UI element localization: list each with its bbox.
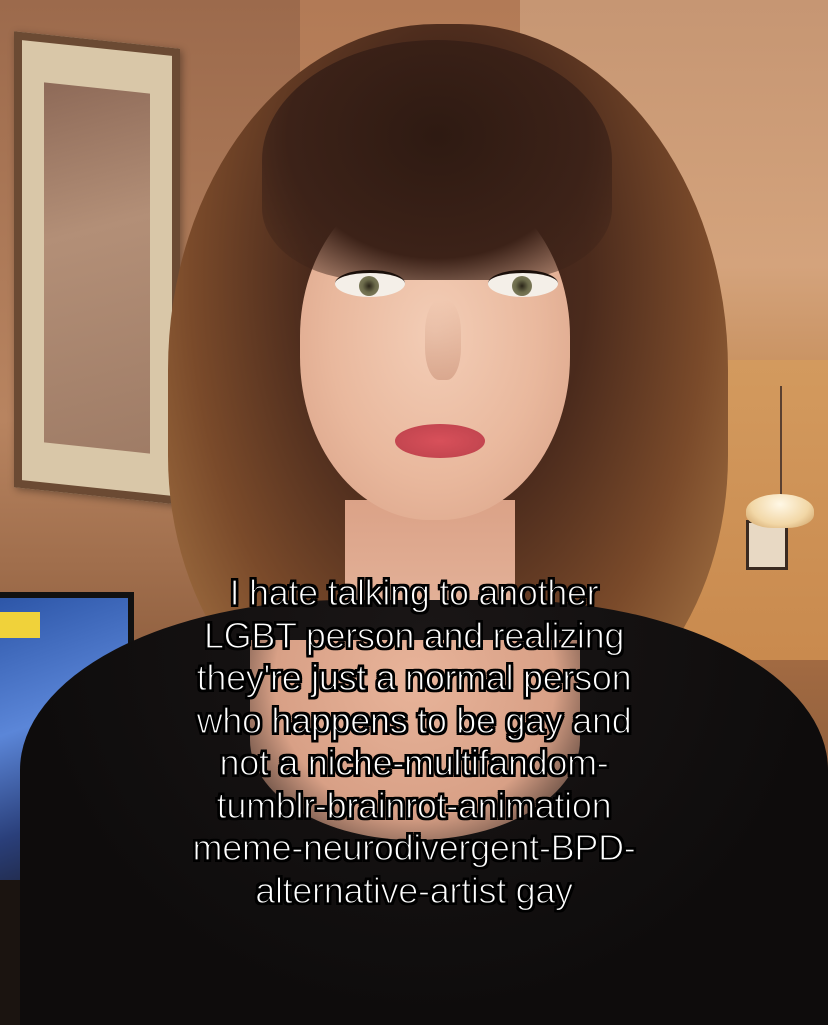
- caption-line: they're just a normal person: [196, 656, 632, 698]
- meme-caption: I hate talking to another LGBT person an…: [114, 571, 714, 912]
- person-eye-right: [488, 270, 558, 297]
- person-nose: [425, 300, 461, 380]
- caption-line: alternative-artist gay: [255, 869, 574, 911]
- pendant-lamp-cord: [780, 386, 782, 496]
- caption-line: LGBT person and realizing: [203, 614, 625, 656]
- caption-line: meme-neurodivergent-BPD-: [192, 826, 636, 868]
- caption-line: I hate talking to another: [229, 571, 599, 613]
- person-iris: [359, 276, 379, 296]
- wall-picture-artwork: [44, 82, 150, 454]
- caption-line: not a niche-multifandom-: [219, 741, 610, 783]
- pendant-lamp: [746, 494, 814, 528]
- person-bangs: [262, 40, 612, 280]
- caption-line: tumblr-brainrot-animation: [216, 784, 612, 826]
- person-lips: [395, 424, 485, 458]
- person-iris: [512, 276, 532, 296]
- television-banner: [0, 612, 40, 638]
- caption-line: who happens to be gay and: [196, 699, 632, 741]
- video-frame: I hate talking to another LGBT person an…: [0, 0, 828, 1025]
- person-eye-left: [335, 270, 405, 297]
- wall-picture-frame: [14, 31, 180, 505]
